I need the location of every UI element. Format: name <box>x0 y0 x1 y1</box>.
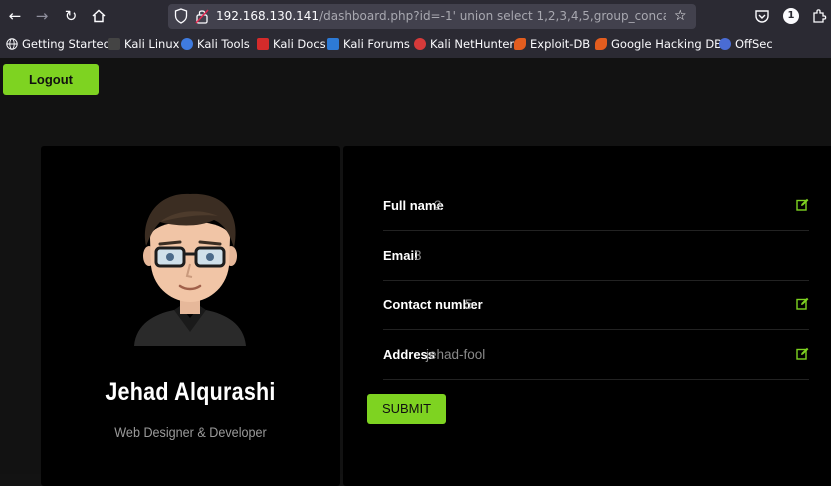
field-row-address: Address jehad-fool <box>383 330 809 380</box>
bookmark-kali-docs[interactable]: Kali Docs <box>257 33 326 55</box>
bookmark-getting-started[interactable]: Getting Started <box>6 33 111 55</box>
field-value: 2 <box>434 198 442 213</box>
bookmark-label: OffSec <box>735 37 773 51</box>
edit-icon[interactable] <box>796 297 809 310</box>
extension-badge[interactable]: 1 <box>783 6 799 26</box>
field-value: 5 <box>465 297 473 312</box>
url-host: 192.168.130.141 <box>216 9 320 23</box>
globe-icon <box>6 38 18 50</box>
url-text[interactable]: 192.168.130.141/dashboard.php?id=-1' uni… <box>216 4 666 29</box>
bookmark-kali-tools[interactable]: Kali Tools <box>181 33 250 55</box>
reload-icon[interactable]: ↻ <box>60 6 82 26</box>
page-content: Logout Jehad Alqurashi Web Designer & De… <box>0 58 831 486</box>
shield-icon[interactable] <box>174 8 188 24</box>
edit-icon[interactable] <box>796 198 809 211</box>
bookmark-label: Kali NetHunter <box>430 37 515 51</box>
profile-details-card: Full name 2 Email 3 Contact number 5 Add… <box>343 146 831 486</box>
profile-card: Jehad Alqurashi Web Designer & Developer <box>41 146 340 486</box>
bookmark-kali-forums[interactable]: Kali Forums <box>327 33 410 55</box>
bookmark-label: Exploit-DB <box>530 37 591 51</box>
bookmark-label: Kali Docs <box>273 37 326 51</box>
bookmark-star-icon[interactable]: ☆ <box>674 7 690 25</box>
edit-icon[interactable] <box>796 347 809 360</box>
browser-navbar: ← → ↻ 192.168.130.141/dashboard.php?id=-… <box>0 0 831 32</box>
field-row-email: Email 3 <box>383 231 809 281</box>
forward-arrow-icon[interactable]: → <box>31 6 53 26</box>
bookmark-kali-nethunter[interactable]: Kali NetHunter <box>414 33 514 55</box>
logout-button[interactable]: Logout <box>3 64 99 95</box>
bookmark-label: Google Hacking DB <box>611 37 723 51</box>
field-row-full-name: Full name 2 <box>383 181 809 231</box>
address-bar[interactable]: 192.168.130.141/dashboard.php?id=-1' uni… <box>168 4 696 29</box>
avatar <box>134 193 246 346</box>
field-row-contact-number: Contact number 5 <box>383 280 809 330</box>
pocket-icon[interactable] <box>754 6 770 26</box>
home-icon[interactable] <box>88 6 110 26</box>
bookmark-kali-linux[interactable]: Kali Linux <box>108 33 179 55</box>
bookmark-label: Kali Tools <box>197 37 250 51</box>
kali-tools-icon <box>181 38 193 50</box>
bookmark-label: Kali Linux <box>124 37 180 51</box>
bookmark-offsec[interactable]: OffSec <box>719 33 773 55</box>
offsec-icon <box>719 38 731 50</box>
kali-docs-icon <box>257 38 269 50</box>
field-value: 3 <box>414 248 422 263</box>
field-value: jehad-fool <box>426 347 486 362</box>
bookmark-exploit-db[interactable]: Exploit-DB <box>514 33 590 55</box>
back-arrow-icon[interactable]: ← <box>4 6 26 26</box>
profile-name: Jehad Alqurashi <box>105 378 276 406</box>
insecure-lock-icon[interactable] <box>195 8 209 24</box>
extensions-icon[interactable] <box>811 6 827 26</box>
field-label: Email <box>383 248 418 263</box>
bookmark-google-hacking-db[interactable]: Google Hacking DB <box>595 33 722 55</box>
kali-forums-icon <box>327 38 339 50</box>
badge-count: 1 <box>783 8 799 24</box>
profile-role: Web Designer & Developer <box>114 424 267 440</box>
bookmark-label: Kali Forums <box>343 37 410 51</box>
kali-dragon-icon <box>108 38 120 50</box>
bookmark-label: Getting Started <box>22 37 111 51</box>
nethunter-icon <box>414 38 426 50</box>
ghdb-icon <box>595 38 607 50</box>
browser-chrome: ← → ↻ 192.168.130.141/dashboard.php?id=-… <box>0 0 831 58</box>
bookmarks-toolbar: Getting Started Kali Linux Kali Tools Ka… <box>0 33 831 55</box>
submit-button[interactable]: SUBMIT <box>367 394 446 424</box>
url-path: /dashboard.php?id=-1' union select 1,2,3… <box>319 9 666 23</box>
exploit-db-icon <box>514 38 526 50</box>
